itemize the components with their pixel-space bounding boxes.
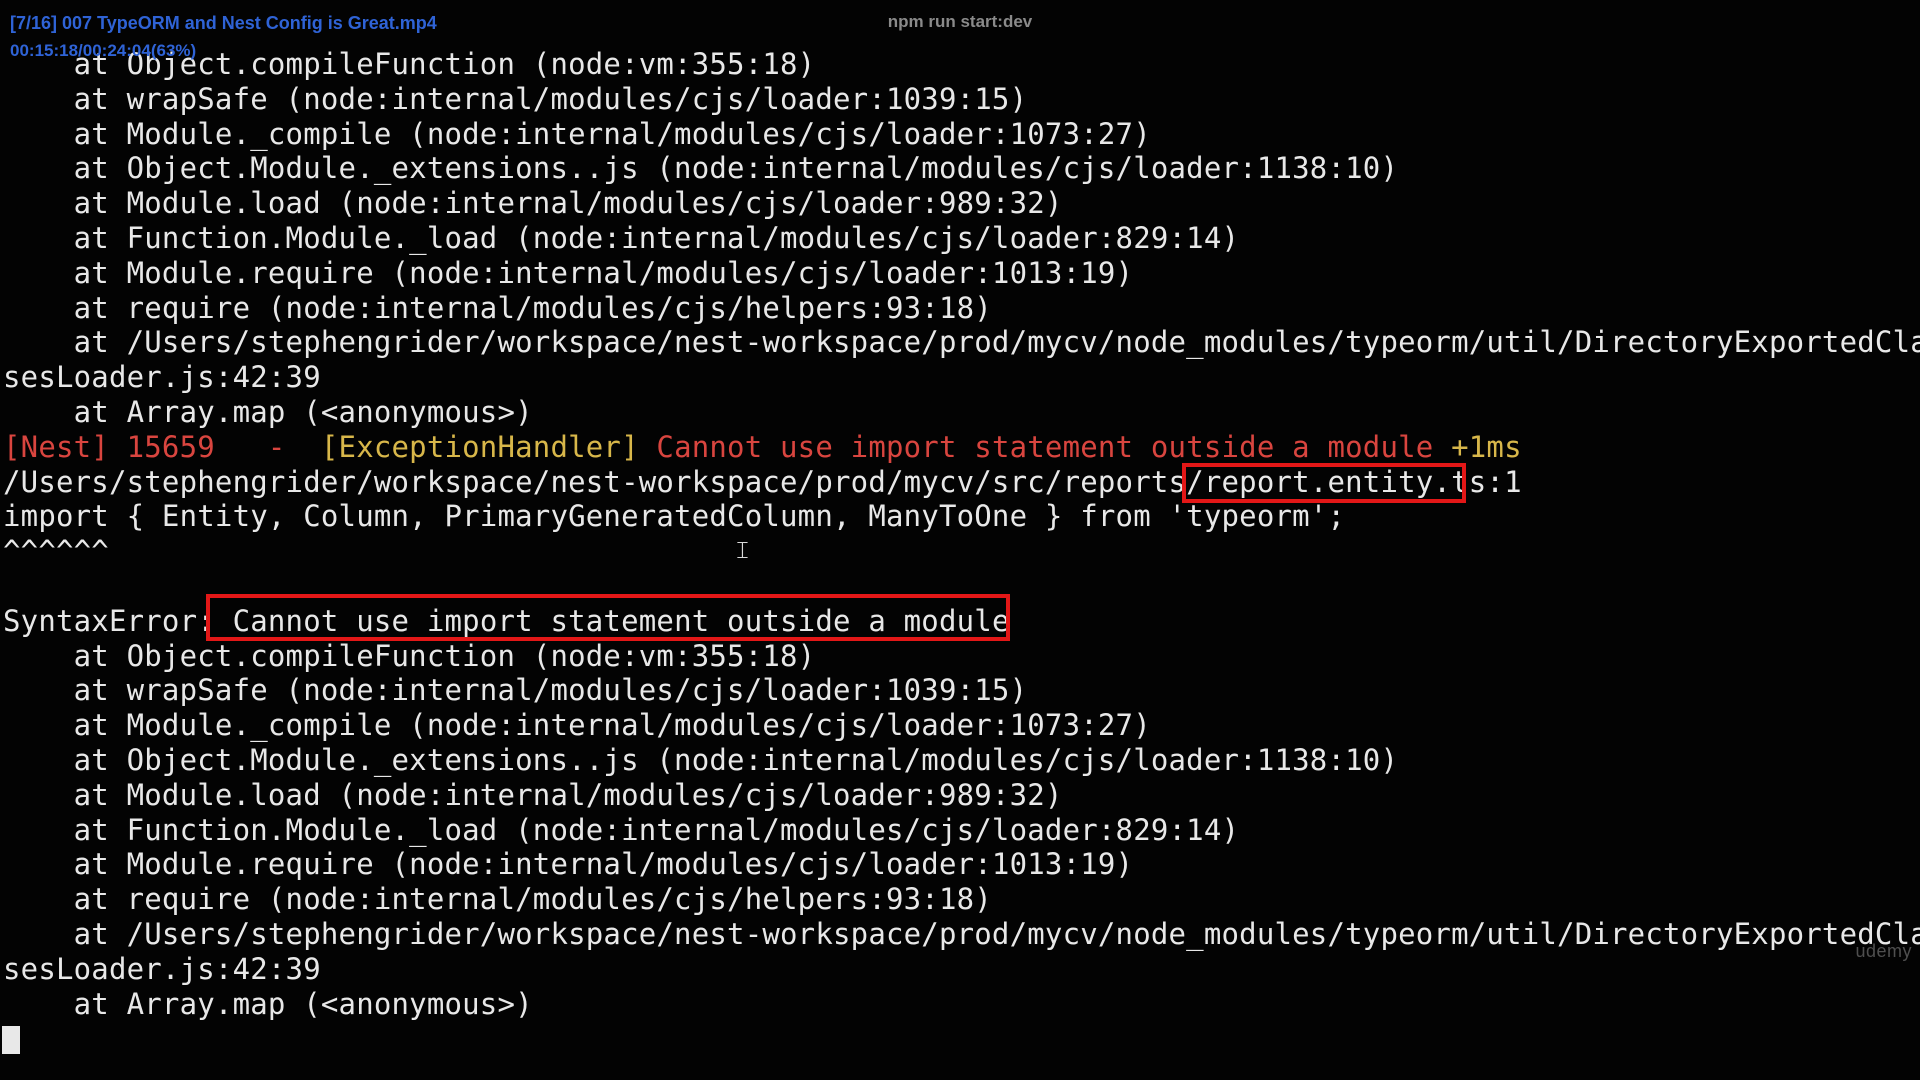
- stack-line: at Module.require (node:internal/modules…: [3, 255, 1134, 290]
- stack-line: at Function.Module._load (node:internal/…: [3, 220, 1240, 255]
- import-statement-line: import { Entity, Column, PrimaryGenerate…: [3, 499, 1346, 534]
- source-line-number: :1: [1486, 464, 1522, 499]
- stack-line: at /Users/stephengrider/workspace/nest-w…: [3, 325, 1920, 360]
- terminal-output: at Object.compileFunction (node:vm:355:1…: [3, 47, 1920, 1021]
- stack-line: at Object.Module._extensions..js (node:i…: [3, 151, 1399, 186]
- exception-handler-context: [ExceptionHandler]: [320, 429, 639, 464]
- stack-line: at require (node:internal/modules/cjs/he…: [3, 290, 992, 325]
- stack-line: at Function.Module._load (node:internal/…: [3, 812, 1240, 847]
- stack-line: at Object.compileFunction (node:vm:355:1…: [3, 638, 816, 673]
- stack-line: at Module.load (node:internal/modules/cj…: [3, 186, 1063, 221]
- stack-line: at Array.map (<anonymous>): [3, 394, 533, 429]
- nest-error-message: Cannot use import statement outside a mo…: [638, 429, 1452, 464]
- source-path-prefix: /Users/stephengrider/workspace/nest-work…: [3, 464, 1204, 499]
- caret-indicator-line: ^^^^^^: [3, 534, 109, 569]
- udemy-watermark: udemy: [1855, 941, 1912, 961]
- stack-line: at Object.Module._extensions..js (node:i…: [3, 742, 1399, 777]
- stack-line-continuation: sesLoader.js:42:39: [3, 360, 321, 395]
- stack-line: at Module.load (node:internal/modules/cj…: [3, 777, 1063, 812]
- stack-line: at Array.map (<anonymous>): [3, 986, 533, 1021]
- source-path-line: /Users/stephengrider/workspace/nest-work…: [3, 465, 1920, 500]
- terminal-window[interactable]: npm run start:dev at Object.compileFunct…: [0, 0, 1920, 1080]
- stack-line: at /Users/stephengrider/workspace/nest-w…: [3, 916, 1920, 951]
- stack-line-continuation: sesLoader.js:42:39: [3, 951, 321, 986]
- nest-error-timing: +1ms: [1451, 429, 1522, 464]
- stack-line: at wrapSafe (node:internal/modules/cjs/l…: [3, 81, 1028, 116]
- stack-line: at wrapSafe (node:internal/modules/cjs/l…: [3, 673, 1028, 708]
- text-cursor-icon: 𝙸: [734, 536, 751, 564]
- syntax-error-message: Cannot use import statement outside a mo…: [214, 603, 1010, 638]
- stack-line: at Module._compile (node:internal/module…: [3, 116, 1151, 151]
- stack-line: at Object.compileFunction (node:vm:355:1…: [3, 47, 816, 81]
- video-file-title: [7/16] 007 TypeORM and Nest Config is Gr…: [10, 13, 437, 33]
- stack-line: at Module._compile (node:internal/module…: [3, 708, 1151, 743]
- syntax-error-prefix: SyntaxError:: [3, 603, 215, 638]
- nest-error-line: [Nest] 15659 - [ExceptionHandler] Cannot…: [3, 430, 1920, 465]
- syntax-error-line: SyntaxError: Cannot use import statement…: [3, 604, 1920, 639]
- nest-process-prefix: [Nest] 15659 -: [3, 429, 321, 464]
- stack-line: at Module.require (node:internal/modules…: [3, 847, 1134, 882]
- source-file-name: report.entity.ts: [1203, 464, 1487, 499]
- video-playback-time: 00:15:18/00:24:04(63%): [10, 41, 197, 60]
- terminal-cursor[interactable]: [2, 1026, 20, 1054]
- stack-line: at require (node:internal/modules/cjs/he…: [3, 882, 992, 917]
